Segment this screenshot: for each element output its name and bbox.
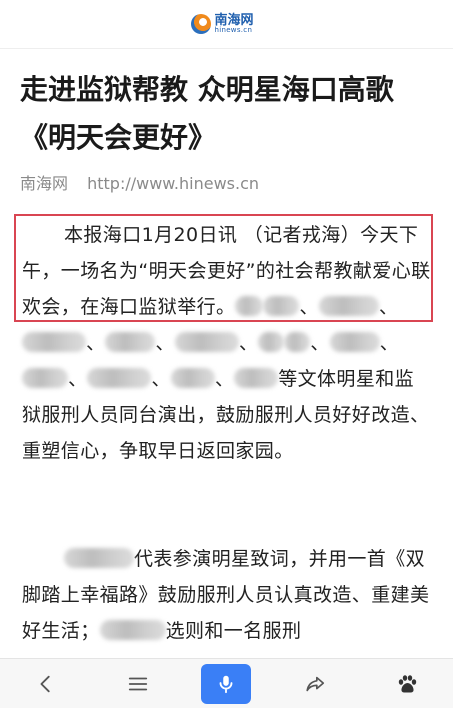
share-arrow-icon [306,676,325,691]
logo-swirl-icon [191,14,212,34]
back-button[interactable] [18,664,74,704]
redacted-name [284,332,311,352]
top-header-bar: 南海网 hinews.cn [0,0,453,49]
redacted-name [99,620,166,640]
microphone-icon [220,675,233,693]
paragraph-2-rest: 选则和一名服刑 [165,620,302,642]
hamburger-icon [128,677,147,690]
voice-search-button[interactable] [201,663,252,704]
share-button[interactable] [287,664,343,704]
article-paragraph-1: 本报海口1月20日讯 （记者戎海）今天下午，一场名为“明天会更好”的社会帮教献爱… [22,224,431,462]
redacted-name [329,332,380,352]
redacted-name [235,296,264,316]
redacted-name [22,332,86,352]
redacted-name [22,368,68,388]
redacted-name [318,296,379,316]
article-url[interactable]: http://www.hinews.cn [87,174,259,193]
baidu-button[interactable] [379,664,435,704]
redacted-name [170,368,215,388]
baidu-paw-icon [398,674,417,693]
redacted-name [174,332,239,352]
redacted-name [105,332,156,352]
logo-domain: hinews.cn [214,26,253,34]
site-logo[interactable]: 南海网 hinews.cn [191,14,254,34]
article-meta: 南海网 http://www.hinews.cn [20,170,259,194]
article-title: 走进监狱帮教 众明星海口高歌《明天会更好》 [20,73,394,154]
menu-button[interactable] [110,664,166,704]
article-paragraph-2: 代表参演明星致词，并用一首《双脚踏上幸福路》鼓励服刑人员认真改造、重建美好生活；… [22,541,432,649]
redacted-name [263,296,300,316]
chevron-left-icon [40,675,50,692]
bottom-toolbar [0,658,453,708]
article-source: 南海网 [20,174,69,193]
redacted-name [258,332,285,352]
redacted-name [87,368,152,388]
redacted-name [234,368,279,388]
redacted-name [64,548,134,568]
